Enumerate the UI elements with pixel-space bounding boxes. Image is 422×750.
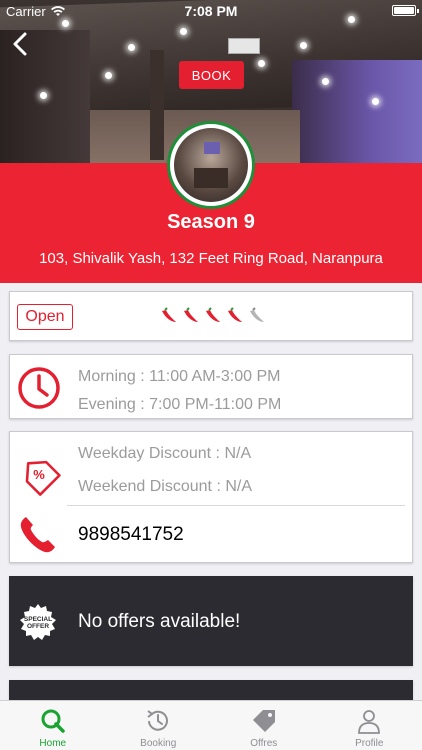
offers-message: No offers available! (78, 611, 241, 632)
phone-icon[interactable] (17, 514, 59, 556)
clock-icon (18, 367, 60, 409)
home-search-icon (41, 709, 65, 733)
chili-icon (162, 307, 176, 322)
special-offer-badge-icon: SPECIAL OFFER (20, 604, 56, 640)
divider (67, 505, 405, 506)
tab-profile-label: Profile (355, 738, 384, 749)
back-button[interactable] (8, 30, 32, 58)
chili-icon (228, 307, 242, 322)
weekend-discount: Weekend Discount : N/A (78, 478, 253, 495)
book-button[interactable]: BOOK (179, 61, 244, 89)
open-status-badge: Open (17, 304, 73, 330)
chili-icon (184, 307, 198, 322)
restaurant-name: Season 9 (167, 211, 255, 233)
tab-bar: Home Booking Offres Profile (0, 700, 422, 750)
restaurant-avatar (167, 121, 255, 209)
status-time: 7:08 PM (184, 3, 238, 19)
tab-home[interactable]: Home (0, 701, 106, 750)
tab-offers[interactable]: Offres (211, 701, 317, 750)
svg-text:%: % (33, 467, 45, 482)
opening-hours-card: Morning : 11:00 AM-3:00 PM Evening : 7:0… (9, 354, 413, 419)
tab-booking[interactable]: Booking (106, 701, 212, 750)
price-tag-icon (252, 710, 275, 732)
chili-empty-icon (250, 307, 264, 322)
tab-booking-label: Booking (140, 738, 177, 749)
svg-text:SPECIAL: SPECIAL (24, 616, 52, 623)
spice-level-rating (160, 307, 266, 325)
restaurant-address: 103, Shivalik Yash, 132 Feet Ring Road, … (39, 250, 383, 267)
chili-icon (206, 307, 220, 322)
chevron-left-icon (13, 32, 27, 56)
phone-number[interactable]: 9898541752 (78, 524, 184, 546)
tab-offers-label: Offres (250, 738, 278, 749)
restaurant-detail-screen: Carrier 7:08 PM BOOK Season 9 103, Shiva… (0, 0, 422, 750)
history-clock-icon (147, 710, 169, 731)
tab-profile[interactable]: Profile (317, 701, 422, 750)
svg-text:OFFER: OFFER (27, 623, 49, 630)
status-bar: Carrier 7:08 PM (0, 0, 422, 22)
battery-icon (392, 5, 419, 16)
discount-tag-icon: % (25, 460, 61, 496)
morning-hours: Morning : 11:00 AM-3:00 PM (78, 368, 281, 385)
offers-card: SPECIAL OFFER No offers available! (9, 576, 413, 666)
person-icon (358, 710, 381, 734)
weekday-discount: Weekday Discount : N/A (78, 445, 252, 462)
discount-contact-card: % Weekday Discount : N/A Weekend Discoun… (9, 431, 413, 563)
status-card: Open (9, 291, 413, 341)
tab-home-label: Home (39, 738, 67, 749)
evening-hours: Evening : 7:00 PM-11:00 PM (78, 396, 282, 413)
